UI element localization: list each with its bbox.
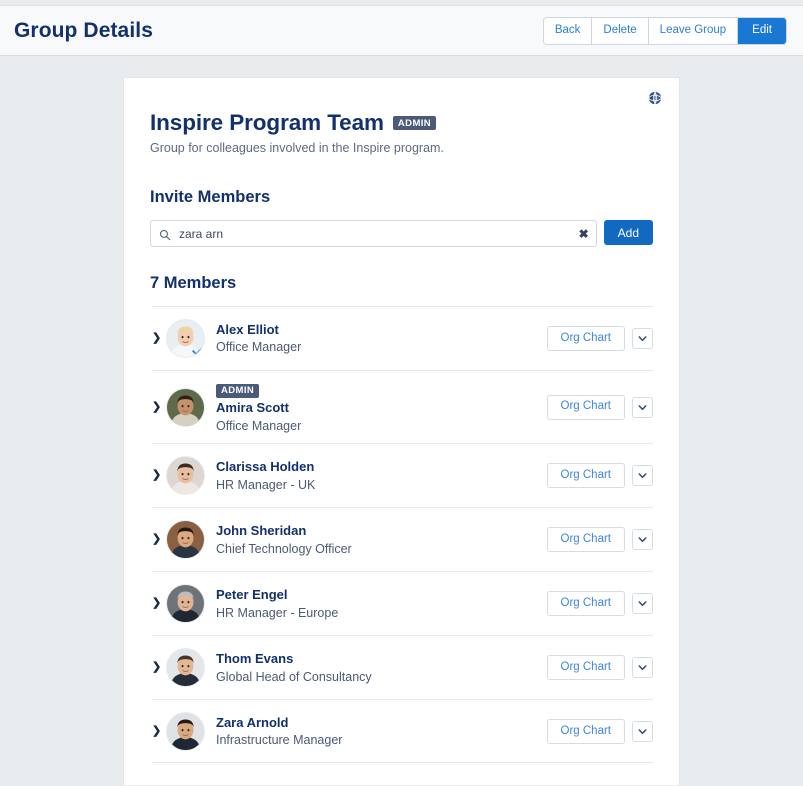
member-row[interactable]: ❯ Zara Arnold Infrastructure Manager Org Ch…: [152, 699, 653, 764]
member-name: Alex Elliot: [216, 321, 279, 337]
avatar: [166, 648, 205, 688]
member-info: Zara Arnold Infrastructure Manager: [216, 714, 547, 749]
group-name: Inspire Program Team: [150, 110, 384, 135]
page-body: Inspire Program Team ADMIN Group for col…: [0, 56, 803, 785]
member-name: Amira Scott: [216, 400, 289, 415]
member-actions: Org Chart: [546, 655, 653, 681]
chevron-right-icon[interactable]: ❯: [152, 725, 166, 737]
edit-button[interactable]: Edit: [738, 17, 786, 44]
member-actions: Org Chart: [546, 326, 653, 351]
chevron-down-icon[interactable]: [632, 593, 653, 615]
member-row[interactable]: ❯ Thom Evans Global Head of Consultancy Org…: [152, 635, 653, 699]
member-name: Peter Engel: [216, 587, 288, 603]
member-actions: Org Chart: [546, 394, 653, 420]
org-chart-button[interactable]: Org Chart: [546, 718, 625, 744]
group-description: Group for colleagues involved in the Ins…: [150, 141, 444, 155]
member-info: Alex Elliot Office Manager: [216, 321, 547, 356]
member-role: Office Manager: [216, 340, 302, 355]
member-actions: Org Chart: [546, 591, 653, 617]
back-button[interactable]: Back: [543, 17, 593, 44]
chevron-down-icon[interactable]: [632, 529, 653, 551]
member-role: Chief Technology Officer: [216, 541, 352, 556]
member-role: Global Head of Consultancy: [216, 669, 372, 684]
group-title-row: Inspire Program Team ADMIN: [150, 110, 653, 136]
member-role: HR Manager - UK: [216, 477, 316, 492]
group-details-card: Inspire Program Team ADMIN Group for col…: [123, 77, 680, 785]
avatar: [166, 387, 205, 427]
member-list: ❯ Alex Elliot Office Manager Org Chart ❯ ADMI…: [152, 306, 653, 764]
org-chart-button[interactable]: Org Chart: [546, 394, 625, 420]
globe-icon[interactable]: [648, 91, 662, 105]
page-title: Group Details: [14, 18, 153, 42]
member-admin-badge: ADMIN: [216, 383, 260, 398]
avatar: [166, 456, 205, 496]
header-action-buttons: Back Delete Leave Group Edit: [543, 17, 786, 44]
delete-button[interactable]: Delete: [592, 17, 649, 44]
member-badge-wrapper: ADMIN: [216, 380, 547, 398]
member-role: Office Manager: [216, 418, 302, 433]
org-chart-button[interactable]: Org Chart: [546, 527, 625, 553]
avatar: [166, 520, 205, 560]
member-name: Zara Arnold: [216, 714, 289, 730]
member-actions: Org Chart: [546, 527, 653, 553]
invite-search-input[interactable]: [150, 220, 597, 247]
member-row[interactable]: ❯ Alex Elliot Office Manager Org Chart: [152, 306, 653, 370]
clear-search-icon[interactable]: ✖: [579, 228, 589, 240]
chevron-right-icon[interactable]: ❯: [152, 598, 166, 609]
avatar: [166, 584, 205, 624]
member-info: Clarissa Holden HR Manager - UK: [216, 458, 547, 493]
chevron-right-icon[interactable]: ❯: [152, 662, 166, 673]
member-row[interactable]: ❯ John Sheridan Chief Technology Officer Or…: [152, 507, 653, 571]
chevron-right-icon[interactable]: ❯: [152, 401, 166, 413]
group-header: Inspire Program Team ADMIN Group for col…: [150, 110, 653, 155]
chevron-right-icon[interactable]: ❯: [152, 470, 166, 481]
org-chart-button[interactable]: Org Chart: [546, 326, 625, 351]
org-chart-button[interactable]: Org Chart: [546, 591, 625, 617]
member-actions: Org Chart: [546, 718, 653, 744]
member-role: Infrastructure Manager: [216, 733, 343, 748]
members-count-heading: 7 Members: [150, 274, 237, 292]
avatar: [166, 711, 205, 751]
member-name: John Sheridan: [216, 523, 307, 539]
member-role: HR Manager - Europe: [216, 605, 339, 620]
avatar: [166, 319, 205, 358]
chevron-down-icon[interactable]: [632, 465, 653, 487]
leave-group-button[interactable]: Leave Group: [648, 17, 739, 44]
add-member-button[interactable]: Add: [603, 220, 653, 245]
page-header: Group Details Back Delete Leave Group Ed…: [0, 6, 803, 56]
org-chart-button[interactable]: Org Chart: [546, 463, 625, 489]
chevron-down-icon[interactable]: [632, 657, 653, 679]
member-row[interactable]: ❯ Peter Engel HR Manager - Europe Org Chart: [152, 571, 653, 635]
member-row[interactable]: ❯ ADMIN Amira Scott Office Manager Org Chart: [152, 370, 653, 443]
invite-members-heading: Invite Members: [150, 188, 271, 206]
chevron-down-icon[interactable]: [632, 720, 653, 742]
member-name: Thom Evans: [216, 651, 294, 667]
member-info: Thom Evans Global Head of Consultancy: [216, 650, 547, 685]
member-info: Peter Engel HR Manager - Europe: [216, 586, 547, 621]
invite-search-wrapper: ✖: [150, 220, 597, 247]
chevron-right-icon[interactable]: ❯: [152, 333, 166, 344]
chevron-right-icon[interactable]: ❯: [152, 534, 166, 545]
chevron-down-icon[interactable]: [632, 328, 653, 349]
group-admin-badge: ADMIN: [392, 116, 437, 130]
member-name: Clarissa Holden: [216, 459, 315, 475]
chevron-down-icon[interactable]: [632, 396, 653, 418]
member-info: ADMIN Amira Scott Office Manager: [216, 380, 547, 434]
member-actions: Org Chart: [546, 463, 653, 489]
member-info: John Sheridan Chief Technology Officer: [216, 522, 547, 557]
member-row[interactable]: ❯ Clarissa Holden HR Manager - UK Org Chart: [152, 443, 653, 507]
invite-members-row: ✖ Add: [150, 220, 653, 247]
org-chart-button[interactable]: Org Chart: [546, 655, 625, 681]
